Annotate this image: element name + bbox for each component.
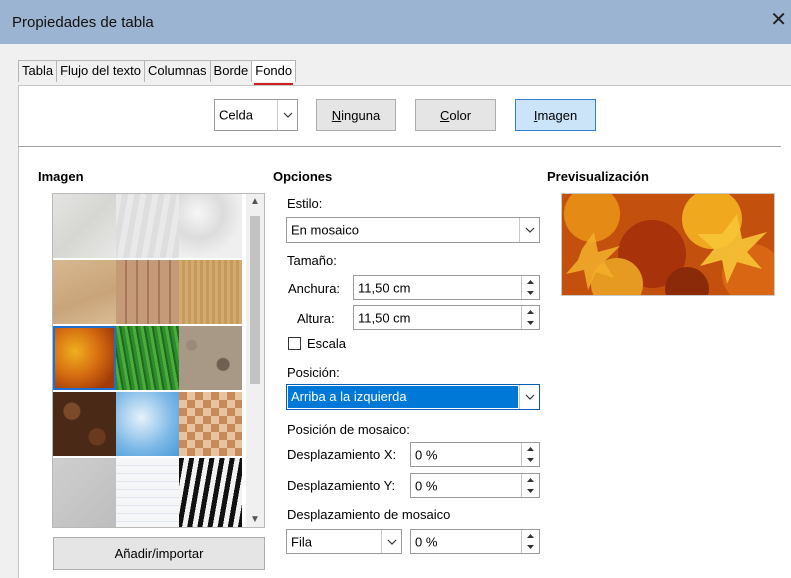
tile-concrete[interactable] bbox=[53, 458, 116, 527]
position-label: Posición: bbox=[287, 365, 340, 380]
height-value: 11,50 cm bbox=[358, 310, 411, 325]
separator bbox=[18, 146, 781, 147]
offset-y-field[interactable]: 0 % bbox=[410, 473, 540, 498]
width-value: 11,50 cm bbox=[358, 280, 411, 295]
tile-grass[interactable] bbox=[116, 326, 179, 390]
title-bar: Propiedades de tabla ✕ bbox=[0, 0, 791, 44]
close-icon[interactable]: ✕ bbox=[770, 10, 787, 30]
image-heading: Imagen bbox=[38, 169, 84, 184]
height-field[interactable]: 11,50 cm bbox=[353, 305, 540, 330]
offset-x-label: Desplazamiento X: bbox=[287, 447, 397, 462]
tab-borde[interactable]: Borde bbox=[209, 60, 253, 82]
chevron-down-icon[interactable] bbox=[519, 385, 539, 409]
chevron-down-icon[interactable] bbox=[519, 218, 539, 242]
add-import-button[interactable]: Añadir/importar bbox=[53, 537, 265, 570]
target-select-value: Celda bbox=[219, 107, 253, 123]
height-label: Altura: bbox=[297, 311, 335, 326]
tab-fondo[interactable]: Fondo bbox=[251, 60, 297, 86]
tile-offset-mode-value: Fila bbox=[291, 534, 312, 549]
image-button-label: Imagen bbox=[533, 107, 578, 123]
spin-down-icon[interactable] bbox=[522, 288, 539, 300]
tab-tabla[interactable]: Tabla bbox=[18, 60, 58, 82]
tile-color-squares[interactable] bbox=[179, 392, 242, 456]
tile-pebbles[interactable] bbox=[179, 326, 242, 390]
style-select[interactable]: En mosaico bbox=[286, 217, 540, 243]
spin-down-icon[interactable] bbox=[522, 486, 539, 498]
none-button[interactable]: Ninguna bbox=[316, 99, 396, 131]
scale-label: Escala bbox=[307, 336, 347, 351]
tile-zebra[interactable] bbox=[179, 458, 242, 527]
gallery-scrollbar[interactable]: ▲ ▼ bbox=[246, 194, 264, 527]
spin-down-icon[interactable] bbox=[522, 455, 539, 467]
tile-position-label: Posición de mosaico: bbox=[287, 422, 410, 437]
width-field[interactable]: 11,50 cm bbox=[353, 275, 540, 300]
offset-y-value: 0 % bbox=[415, 478, 438, 493]
spin-up-icon[interactable] bbox=[522, 276, 539, 288]
color-button-label: Color bbox=[439, 107, 472, 123]
chevron-down-icon[interactable] bbox=[277, 100, 297, 130]
tile-cardboard[interactable] bbox=[179, 260, 242, 324]
tile-stucco[interactable] bbox=[179, 194, 242, 258]
offset-y-label: Desplazamiento Y: bbox=[287, 478, 396, 493]
style-select-value: En mosaico bbox=[291, 222, 359, 238]
width-label: Anchura: bbox=[288, 281, 341, 296]
none-button-label: Ninguna bbox=[331, 107, 381, 123]
scale-checkbox[interactable] bbox=[288, 337, 301, 350]
tab-flujo-del-texto[interactable]: Flujo del texto bbox=[56, 60, 146, 82]
scrollbar-thumb[interactable] bbox=[250, 216, 260, 384]
window-title: Propiedades de tabla bbox=[12, 14, 154, 31]
image-button[interactable]: Imagen bbox=[515, 99, 596, 131]
tab-fondo-label: Fondo bbox=[255, 63, 293, 78]
tile-offset-value: 0 % bbox=[415, 534, 438, 549]
tile-sky[interactable] bbox=[116, 392, 179, 456]
tile-offset-field[interactable]: 0 % bbox=[410, 529, 540, 554]
spin-up-icon[interactable] bbox=[522, 530, 539, 542]
tile-maple-leaves[interactable] bbox=[53, 326, 116, 390]
spin-down-icon[interactable] bbox=[522, 542, 539, 554]
tile-paper[interactable] bbox=[116, 194, 179, 258]
tab-bar: Tabla Flujo del texto Columnas Borde Fon… bbox=[18, 60, 297, 86]
tile-painted[interactable] bbox=[53, 194, 116, 258]
tile-grid-paper[interactable] bbox=[116, 458, 179, 527]
maple-leaves-preview-icon bbox=[562, 194, 774, 295]
scroll-down-icon[interactable]: ▼ bbox=[250, 514, 260, 525]
spin-up-icon[interactable] bbox=[522, 306, 539, 318]
spin-up-icon[interactable] bbox=[522, 443, 539, 455]
position-select[interactable]: Arriba a la izquierda bbox=[286, 384, 540, 410]
size-label: Tamaño: bbox=[287, 253, 337, 268]
target-select[interactable]: Celda bbox=[214, 99, 298, 131]
tile-offset-label: Desplazamiento de mosaico bbox=[287, 507, 451, 522]
tile-fence[interactable] bbox=[116, 260, 179, 324]
preview-image bbox=[561, 193, 775, 296]
style-label: Estilo: bbox=[287, 196, 323, 211]
spin-down-icon[interactable] bbox=[522, 318, 539, 330]
tile-offset-mode-select[interactable]: Fila bbox=[286, 529, 402, 554]
tile-parchment[interactable] bbox=[53, 260, 116, 324]
scroll-up-icon[interactable]: ▲ bbox=[250, 196, 260, 207]
chevron-down-icon[interactable] bbox=[381, 530, 401, 553]
image-gallery[interactable] bbox=[52, 193, 265, 528]
position-select-value: Arriba a la izquierda bbox=[288, 386, 518, 408]
preview-heading: Previsualización bbox=[547, 169, 649, 184]
offset-x-field[interactable]: 0 % bbox=[410, 442, 540, 467]
offset-x-value: 0 % bbox=[415, 447, 438, 462]
spin-up-icon[interactable] bbox=[522, 474, 539, 486]
options-heading: Opciones bbox=[273, 169, 333, 184]
tile-coffee-beans[interactable] bbox=[53, 392, 116, 456]
tab-columnas[interactable]: Columnas bbox=[144, 60, 211, 82]
color-button[interactable]: Color bbox=[415, 99, 496, 131]
